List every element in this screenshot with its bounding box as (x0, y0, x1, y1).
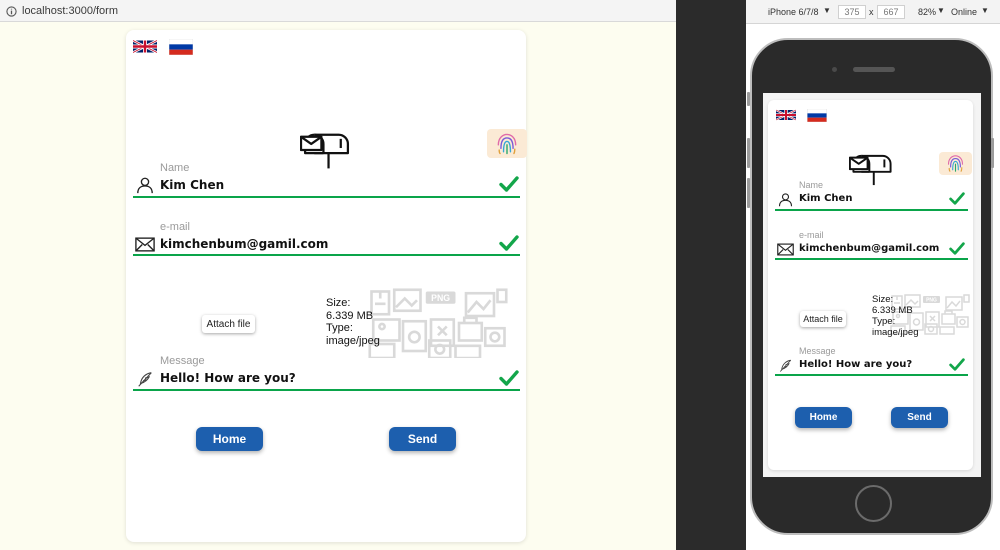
check-icon (499, 369, 519, 387)
address-bar[interactable]: localhost:3000/form (0, 0, 676, 22)
home-button[interactable]: Home (795, 407, 852, 428)
file-info: Size: 6.339 MB Type: image/jpeg (326, 297, 380, 348)
height-input[interactable]: 667 (877, 5, 905, 19)
chevron-down-icon[interactable]: ▼ (937, 6, 945, 15)
name-underline (775, 209, 968, 211)
fingerprint-button[interactable] (487, 129, 527, 158)
file-type-value: image/jpeg (326, 334, 380, 347)
message-underline (775, 374, 968, 376)
check-icon (949, 357, 965, 372)
check-icon (499, 175, 519, 193)
url-text[interactable]: localhost:3000/form (22, 5, 118, 17)
russia-flag-icon[interactable] (169, 39, 193, 55)
mailbox-icon (300, 124, 353, 170)
device-toolbar: iPhone 6/7/8 ▼ 375 x 667 82% ▼ Online ▼ (746, 0, 1000, 24)
file-type-value: image/jpeg (872, 326, 919, 338)
feather-pen-icon (136, 370, 154, 388)
home-button[interactable]: Home (196, 427, 263, 451)
feather-pen-icon (778, 358, 793, 373)
email-label: e-mail (160, 221, 190, 233)
message-underline (133, 389, 520, 391)
name-input[interactable]: Kim Chen (799, 193, 852, 204)
email-underline (775, 258, 968, 260)
camera-icon (832, 67, 837, 72)
fingerprint-icon (494, 131, 520, 157)
home-hardware-button (855, 485, 892, 522)
fingerprint-icon (945, 153, 966, 174)
message-input[interactable]: Hello! How are you? (799, 359, 912, 370)
name-label: Name (799, 180, 824, 190)
zoom-select[interactable]: 82% (918, 7, 936, 17)
russia-flag-icon[interactable] (807, 109, 827, 122)
network-select[interactable]: Online (951, 7, 977, 17)
mailbox-icon (849, 147, 895, 186)
attach-file-button[interactable]: Attach file (800, 311, 846, 327)
chevron-down-icon[interactable]: ▼ (823, 6, 831, 15)
volume-up-button (747, 138, 750, 168)
name-input[interactable]: Kim Chen (160, 178, 224, 192)
power-button (991, 138, 994, 168)
file-size-label: Size: (326, 297, 351, 309)
email-label: e-mail (799, 230, 824, 240)
speaker-grille (853, 67, 895, 72)
message-label: Message (799, 346, 836, 356)
user-icon (778, 192, 793, 207)
file-size-value: 6.339 MB (326, 309, 374, 322)
send-button[interactable]: Send (389, 427, 456, 451)
email-input[interactable]: kimchenbum@gamil.com (160, 237, 328, 251)
dimension-separator: x (869, 7, 874, 17)
panel-divider (676, 0, 746, 550)
check-icon (499, 234, 519, 252)
check-icon (949, 191, 965, 206)
width-input[interactable]: 375 (838, 5, 866, 19)
email-input[interactable]: kimchenbum@gamil.com (799, 243, 939, 254)
attach-file-button[interactable]: Attach file (202, 315, 255, 333)
uk-flag-icon[interactable] (133, 39, 157, 54)
user-icon (136, 176, 154, 194)
send-button[interactable]: Send (891, 407, 948, 428)
site-info-icon[interactable] (6, 4, 17, 22)
name-underline (133, 196, 520, 198)
fingerprint-button[interactable] (939, 152, 972, 175)
file-type-label: Type: (326, 322, 353, 335)
envelope-icon (135, 237, 155, 252)
message-input[interactable]: Hello! How are you? (160, 371, 296, 385)
email-underline (133, 254, 520, 256)
feedback-form-card (126, 30, 526, 542)
message-label: Message (160, 355, 205, 367)
device-select[interactable]: iPhone 6/7/8 (768, 7, 819, 17)
chevron-down-icon[interactable]: ▼ (981, 6, 989, 15)
name-label: Name (160, 162, 190, 174)
envelope-icon (777, 243, 794, 256)
uk-flag-icon[interactable] (776, 109, 796, 121)
check-icon (949, 241, 965, 256)
volume-down-button (747, 178, 750, 208)
file-info: Size: 6.339 MB Type: image/jpeg (872, 294, 919, 339)
mute-switch (747, 92, 750, 106)
